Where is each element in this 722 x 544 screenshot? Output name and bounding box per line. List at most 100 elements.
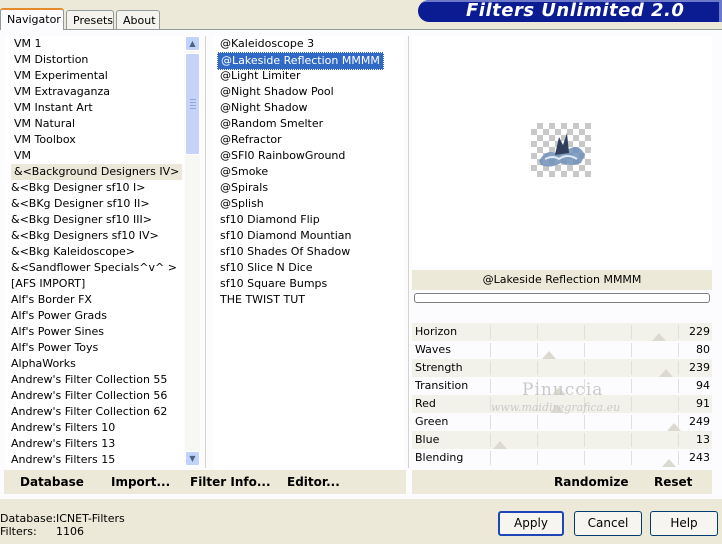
slider-row[interactable]: Blue 13 [412, 431, 712, 449]
category-item[interactable]: VM Experimental [14, 68, 108, 84]
slider-row[interactable]: Strength 239 [412, 359, 712, 377]
scroll-thumb[interactable] [185, 53, 200, 155]
app-title: Filters Unlimited 2.0 [466, 0, 685, 21]
current-filter-name: @Lakeside Reflection MMMM [412, 270, 712, 290]
category-item[interactable]: VM [14, 148, 31, 164]
slider-label: Waves [415, 343, 451, 356]
slider-label: Red [415, 397, 436, 410]
category-item[interactable]: Andrew's Filters 10 [11, 420, 115, 436]
category-scrollbar[interactable]: ▲ ▼ [185, 36, 200, 466]
slider-row[interactable]: Green 249 [412, 413, 712, 431]
filter-item[interactable]: @Night Shadow [220, 100, 307, 116]
category-list[interactable]: VM 1 VM Distortion VM Experimental VM Extra… [6, 36, 184, 468]
divider [408, 36, 409, 468]
slider-value: 249 [689, 415, 710, 428]
database-link[interactable]: Database [20, 474, 84, 490]
category-item[interactable]: AlphaWorks [11, 356, 76, 372]
slider-row[interactable]: Horizon 229 [412, 323, 712, 341]
category-item[interactable]: &<Sandflower Specials^v^ > [11, 260, 177, 276]
category-item[interactable]: &<BKg Designer sf10 II> [11, 196, 150, 212]
slider-track[interactable] [490, 359, 680, 377]
slider-thumb[interactable] [652, 333, 666, 341]
slider-row[interactable]: Blending 243 [412, 449, 712, 467]
slider-thumb[interactable] [662, 459, 676, 467]
filter-item[interactable]: @SFI0 RainbowGround [220, 148, 345, 164]
filter-item[interactable]: THE TWIST TUT [220, 292, 305, 308]
slider-value: 80 [696, 343, 710, 356]
category-item[interactable]: &<Bkg Designer sf10 III> [11, 212, 152, 228]
slider-value: 243 [689, 451, 710, 464]
slider-thumb[interactable] [542, 351, 556, 359]
category-item[interactable]: Alf's Power Grads [11, 308, 107, 324]
apply-button[interactable]: Apply [498, 511, 564, 536]
tab-about[interactable]: About [116, 10, 160, 29]
filter-item[interactable]: @Kaleidoscope 3 [220, 36, 314, 52]
category-item[interactable]: Andrew's Filters 13 [11, 436, 115, 452]
watermark-url: www.maidiregrafica.eu [491, 401, 621, 414]
filter-item[interactable]: sf10 Diamond Flip [220, 212, 320, 228]
filter-item[interactable]: @Night Shadow Pool [220, 84, 334, 100]
category-item[interactable]: VM Instant Art [14, 100, 93, 116]
category-item[interactable]: &<Bkg Kaleidoscope> [11, 244, 135, 260]
scroll-up-button[interactable]: ▲ [185, 36, 200, 51]
filter-item[interactable]: @Splish [220, 196, 264, 212]
randomize-link[interactable]: Randomize [554, 474, 628, 490]
filters-label: Filters: [0, 525, 37, 538]
tab-presets[interactable]: Presets [66, 10, 114, 29]
filter-info-link[interactable]: Filter Info... [190, 474, 271, 490]
divider [205, 36, 206, 468]
slider-value: 239 [689, 361, 710, 374]
category-item[interactable]: VM Toolbox [14, 132, 76, 148]
category-item[interactable]: VM Extravaganza [14, 84, 110, 100]
cancel-button[interactable]: Cancel [574, 511, 642, 536]
category-item[interactable]: [AFS IMPORT] [11, 276, 85, 292]
slider-track[interactable] [490, 431, 680, 449]
filter-item[interactable]: sf10 Shades Of Shadow [220, 244, 350, 260]
filter-item[interactable]: @Refractor [220, 132, 282, 148]
filter-item[interactable]: sf10 Square Bumps [220, 276, 327, 292]
editor-link[interactable]: Editor... [287, 474, 340, 490]
slider-track[interactable] [490, 413, 681, 431]
filter-item[interactable]: @Spirals [220, 180, 268, 196]
filter-item[interactable]: sf10 Diamond Mountian [220, 228, 352, 244]
category-item[interactable]: VM Natural [14, 116, 75, 132]
category-item[interactable]: VM 1 [14, 36, 42, 52]
slider-thumb[interactable] [667, 423, 681, 431]
slider-label: Green [415, 415, 449, 428]
filter-item[interactable]: @Smoke [220, 164, 268, 180]
reset-link[interactable]: Reset [654, 474, 692, 490]
slider-row[interactable]: Waves 80 [412, 341, 712, 359]
filter-item[interactable]: sf10 Slice N Dice [220, 260, 313, 276]
slider-value: 13 [696, 433, 710, 446]
help-button[interactable]: Help [650, 511, 718, 536]
category-item[interactable]: &<Bkg Designers sf10 IV> [11, 228, 159, 244]
slider-track[interactable] [490, 323, 680, 341]
filter-item[interactable]: @Random Smelter [220, 116, 323, 132]
category-item[interactable]: Alf's Border FX [11, 292, 92, 308]
category-item[interactable]: Alf's Power Sines [11, 324, 104, 340]
category-item[interactable]: Andrew's Filter Collection 56 [11, 388, 167, 404]
slider-thumb[interactable] [493, 441, 507, 449]
progress-bar [414, 293, 710, 303]
category-item[interactable]: &<Bkg Designer sf10 I> [11, 180, 146, 196]
slider-label: Strength [415, 361, 463, 374]
category-item[interactable]: Alf's Power Toys [11, 340, 98, 356]
import-link[interactable]: Import... [111, 474, 170, 490]
category-item[interactable]: Andrew's Filter Collection 62 [11, 404, 167, 420]
scroll-down-button[interactable]: ▼ [185, 451, 200, 466]
database-label: Database: [0, 512, 57, 525]
category-item[interactable]: Andrew's Filter Collection 55 [11, 372, 167, 388]
slider-thumb[interactable] [659, 369, 673, 377]
slider-track[interactable] [490, 341, 680, 359]
slider-label: Transition [415, 379, 469, 392]
slider-track[interactable] [490, 449, 680, 467]
filter-item[interactable]: @Light Limiter [220, 68, 301, 84]
category-item[interactable]: Andrew's Filters 15 [11, 452, 115, 468]
category-item[interactable]: &<Background Designers IV> [11, 164, 183, 180]
slider-label: Blending [415, 451, 464, 464]
slider-value: 94 [696, 379, 710, 392]
tab-navigator[interactable]: Navigator [0, 8, 64, 30]
category-item[interactable]: VM Distortion [14, 52, 88, 68]
slider-value: 91 [696, 397, 710, 410]
filter-list[interactable]: @Kaleidoscope 3 @Lakeside Reflection MMMM… [214, 36, 404, 468]
